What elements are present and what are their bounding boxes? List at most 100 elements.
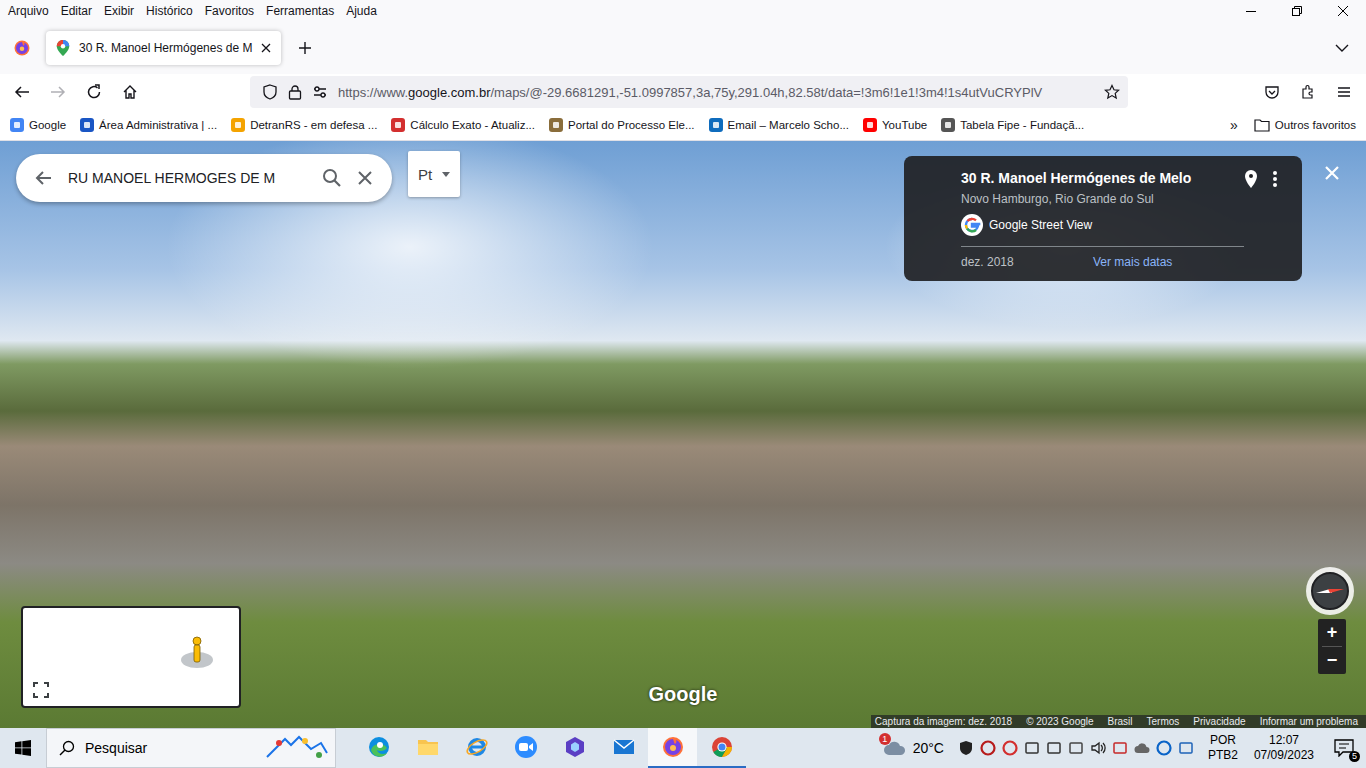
minimap[interactable] [21, 606, 241, 708]
bookmarks-bar: Google Área Administrativa | ... DetranRS … [0, 110, 1366, 141]
search-input[interactable]: RU MANOEL HERMOGES DE M [68, 170, 306, 186]
bluetooth-icon[interactable] [1156, 740, 1172, 756]
street-view-photo[interactable]: RU MANOEL HERMOGES DE M Pt 30 R. Manoel He… [0, 141, 1366, 728]
address-bar[interactable]: https://www.google.com.br/maps/@-29.6681… [250, 76, 1128, 108]
taskbar-app[interactable] [697, 728, 746, 768]
taskbar-app[interactable] [501, 728, 550, 768]
pocket-button[interactable] [1256, 76, 1288, 108]
bookmarks-extra: » Outros favoritos [1226, 115, 1360, 135]
onedrive-icon[interactable] [1134, 740, 1150, 756]
place-card: 30 R. Manoel Hermógenes de MeloNovo Hamb… [904, 156, 1302, 281]
footer-link[interactable]: Informar um problema [1260, 716, 1358, 727]
menu-item[interactable]: Histórico [140, 2, 199, 20]
notifications-button[interactable]: 5 [1322, 728, 1366, 768]
input-tools-button[interactable]: Pt [408, 151, 460, 197]
location-pin-icon[interactable] [1244, 170, 1258, 190]
new-tab-button[interactable] [289, 32, 321, 64]
maps-pin-icon [56, 40, 70, 56]
network-icon[interactable] [1046, 740, 1062, 756]
close-icon[interactable] [261, 43, 271, 53]
taskbar-app[interactable] [403, 728, 452, 768]
favicon-icon [10, 118, 24, 132]
taskbar-app[interactable] [452, 728, 501, 768]
bookmark-item[interactable]: DetranRS - em defesa ... [227, 115, 381, 135]
menu-item[interactable]: Editar [55, 2, 98, 20]
bookmark-item[interactable]: YouTube [859, 115, 931, 135]
minimize-button[interactable] [1228, 0, 1274, 22]
defender-icon[interactable] [958, 740, 974, 756]
bookmark-item[interactable]: Google [6, 115, 70, 135]
bookmark-item[interactable]: Área Administrativa | ... [76, 115, 221, 135]
antivirus-icon[interactable] [980, 740, 996, 756]
volume-icon[interactable] [1090, 740, 1106, 756]
favicon-icon [863, 118, 877, 132]
more-dates-link[interactable]: Ver mais datas [1093, 255, 1278, 269]
menu-item[interactable]: Exibir [98, 2, 140, 20]
search-icon [59, 740, 75, 756]
language-indicator[interactable]: PORPTB2 [1200, 733, 1246, 763]
footer-link[interactable]: © 2023 Google [1026, 716, 1093, 727]
zoom-in-button[interactable]: + [1318, 619, 1346, 646]
place-source: Google Street View [961, 214, 1278, 236]
bookmark-item[interactable]: Tabela Fipe - Fundaçã... [937, 115, 1088, 135]
restore-button[interactable] [1274, 0, 1320, 22]
more-options-icon[interactable] [1272, 170, 1278, 188]
remote-icon[interactable] [1178, 740, 1194, 756]
footer-link[interactable]: Brasil [1108, 716, 1133, 727]
reload-button[interactable] [78, 76, 110, 108]
taskbar-app[interactable] [648, 728, 697, 768]
other-bookmarks-folder[interactable]: Outros favoritos [1250, 115, 1360, 135]
home-button[interactable] [114, 76, 146, 108]
app-icon[interactable] [1002, 740, 1018, 756]
pdf-icon[interactable] [1112, 740, 1128, 756]
permissions-icon [312, 84, 328, 100]
extensions-button[interactable] [1292, 76, 1324, 108]
menu-item[interactable]: Ferramentas [260, 2, 340, 20]
taskbar-app[interactable] [550, 728, 599, 768]
firefox-menu[interactable] [8, 39, 36, 57]
app-menu-button[interactable] [1328, 76, 1360, 108]
footer-link[interactable]: Captura da imagem: dez. 2018 [875, 716, 1012, 727]
bookmark-item[interactable]: Cálculo Exato - Atualiz... [387, 115, 539, 135]
forward-button[interactable] [42, 76, 74, 108]
clock[interactable]: 12:0707/09/2023 [1246, 733, 1322, 763]
taskbar-app[interactable] [599, 728, 648, 768]
camera-icon[interactable] [1068, 740, 1084, 756]
back-button[interactable] [6, 76, 38, 108]
favicon-icon [391, 118, 405, 132]
mail-icon [612, 735, 636, 759]
search-box[interactable]: RU MANOEL HERMOGES DE M [16, 154, 392, 202]
menu-item[interactable]: Favoritos [199, 2, 260, 20]
back-arrow-icon[interactable] [34, 169, 52, 187]
menu-item[interactable]: Ajuda [340, 2, 383, 20]
compass[interactable] [1306, 567, 1354, 615]
taskbar-app[interactable] [354, 728, 403, 768]
close-window-button[interactable] [1320, 0, 1366, 22]
google-logo-icon [961, 214, 983, 236]
url-text[interactable]: https://www.google.com.br/maps/@-29.6681… [338, 85, 1094, 100]
bookmark-list: Google Área Administrativa | ... DetranRS … [6, 115, 1088, 135]
bookmark-item[interactable]: Portal do Processo Ele... [545, 115, 699, 135]
clear-icon[interactable] [358, 171, 372, 185]
bookmark-star-icon[interactable] [1104, 84, 1120, 100]
menu-item[interactable]: Arquivo [2, 2, 55, 20]
bookmarks-overflow-button[interactable]: » [1226, 117, 1242, 133]
folder-icon [1254, 118, 1270, 132]
weather-widget[interactable]: 120°C [875, 739, 952, 757]
footer-link[interactable]: Privacidade [1193, 716, 1245, 727]
expand-icon[interactable] [33, 682, 49, 698]
search-icon[interactable] [322, 168, 342, 188]
temperature: 20°C [913, 740, 944, 756]
bookmark-item[interactable]: Email – Marcelo Scho... [705, 115, 853, 135]
taskbar-search[interactable]: Pesquisar [46, 728, 336, 768]
start-button[interactable] [0, 728, 46, 768]
tab-list-button[interactable] [1326, 32, 1358, 64]
display-icon[interactable] [1024, 740, 1040, 756]
close-street-view-icon[interactable] [1324, 165, 1340, 181]
search-placeholder: Pesquisar [85, 740, 255, 756]
bookmark-label: YouTube [882, 119, 927, 131]
browser-tab[interactable]: 30 R. Manoel Hermógenes de M [46, 31, 281, 65]
pegman-icon[interactable] [179, 634, 215, 670]
footer-link[interactable]: Termos [1147, 716, 1180, 727]
zoom-out-button[interactable]: − [1318, 647, 1346, 674]
